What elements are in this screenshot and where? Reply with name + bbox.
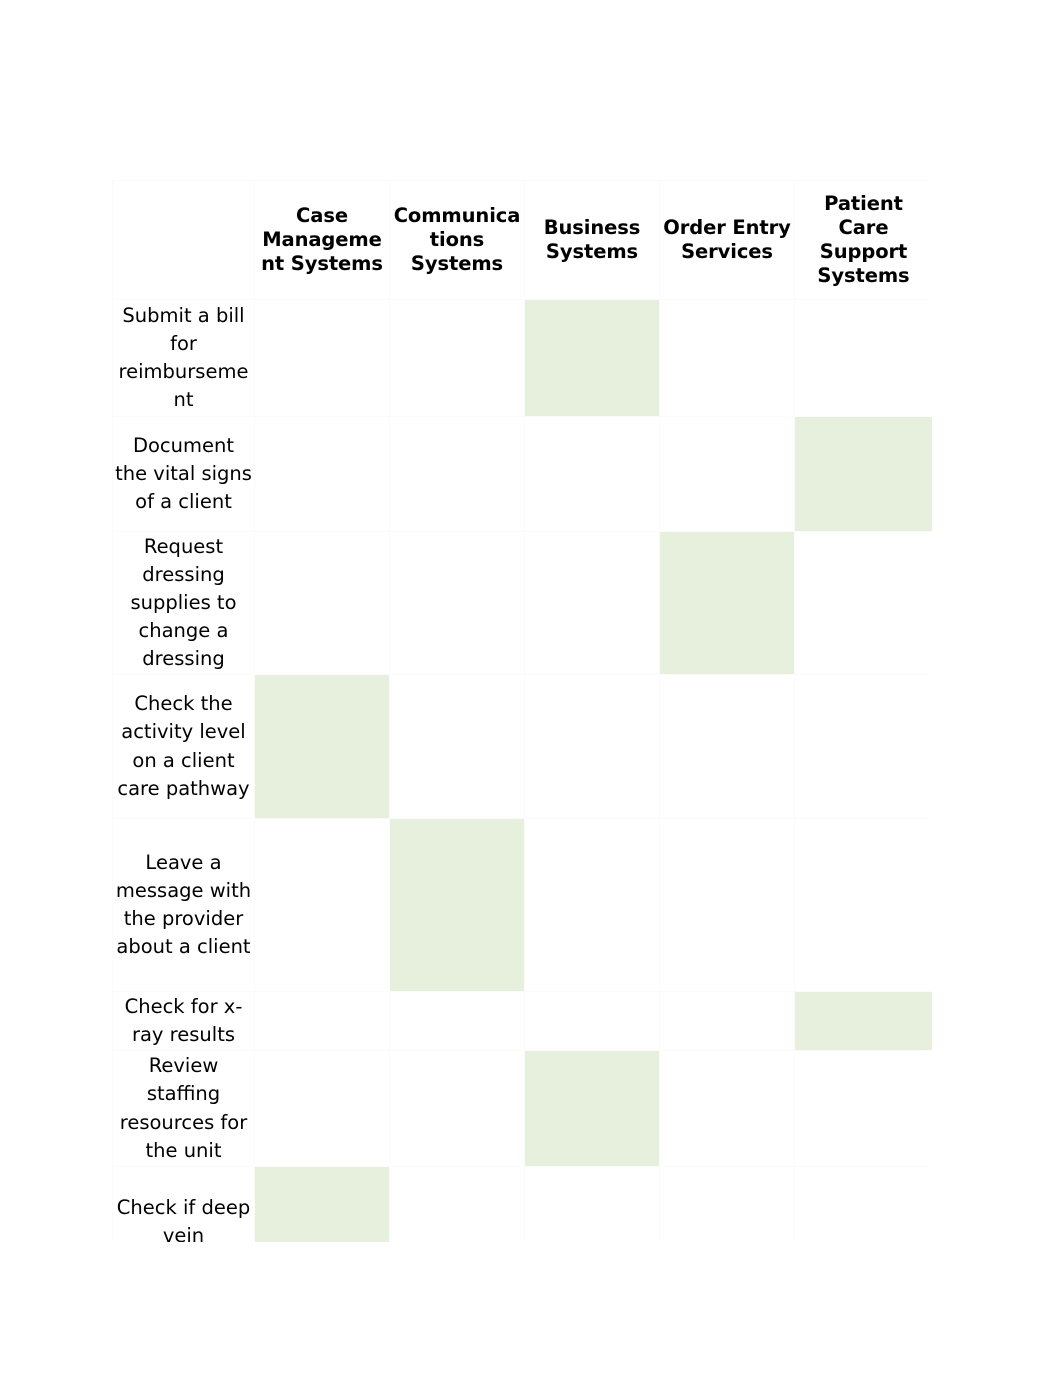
cell-r1-communications-systems[interactable]: [389, 416, 525, 532]
table-row: Review staffing resources for the unit: [112, 1050, 932, 1167]
cell-r3-communications-systems[interactable]: [389, 674, 525, 819]
row-label-check-if-deep-vein: Check if deep vein: [112, 1166, 255, 1242]
row-label-request-dressing-supplies-to-change-a-dressing: Request dressing supplies to change a dr…: [112, 531, 255, 675]
column-header-patient-care-support-systems: Patient Care Support Systems: [794, 180, 932, 300]
cell-r3-order-entry-services[interactable]: [659, 674, 795, 819]
table-row: Document the vital signs of a client: [112, 416, 932, 532]
cell-r0-order-entry-services[interactable]: [659, 299, 795, 417]
cell-r6-communications-systems[interactable]: [389, 1050, 525, 1167]
table-row: Check if deep vein: [112, 1166, 932, 1242]
column-header-order-entry-services: Order Entry Services: [659, 180, 795, 300]
cell-r0-patient-care-support-systems[interactable]: [794, 299, 932, 417]
cell-r7-communications-systems[interactable]: [389, 1166, 525, 1242]
cell-r0-case-management-systems[interactable]: [254, 299, 390, 417]
table-row: Request dressing supplies to change a dr…: [112, 531, 932, 675]
cell-r2-order-entry-services[interactable]: [659, 531, 795, 675]
cell-r7-patient-care-support-systems[interactable]: [794, 1166, 932, 1242]
row-label-submit-a-bill-for-reimbursement: Submit a bill for reimbursement: [112, 299, 255, 417]
row-label-document-the-vital-signs-of-a-client: Document the vital signs of a client: [112, 416, 255, 532]
cell-r2-patient-care-support-systems[interactable]: [794, 531, 932, 675]
table-row: Submit a bill for reimbursement: [112, 299, 932, 417]
cell-r1-patient-care-support-systems[interactable]: [794, 416, 932, 532]
cell-r5-business-systems[interactable]: [524, 991, 660, 1051]
cell-r2-communications-systems[interactable]: [389, 531, 525, 675]
table-row: Leave a message with the provider about …: [112, 818, 932, 992]
cell-r1-business-systems[interactable]: [524, 416, 660, 532]
table-corner-cell: [112, 180, 255, 300]
row-label-check-the-activity-level-on-a-client-care-pathway: Check the activity level on a client car…: [112, 674, 255, 819]
cell-r2-business-systems[interactable]: [524, 531, 660, 675]
cell-r7-business-systems[interactable]: [524, 1166, 660, 1242]
cell-r0-business-systems[interactable]: [524, 299, 660, 417]
cell-r3-patient-care-support-systems[interactable]: [794, 674, 932, 819]
cell-r2-case-management-systems[interactable]: [254, 531, 390, 675]
cell-r1-order-entry-services[interactable]: [659, 416, 795, 532]
cell-r6-patient-care-support-systems[interactable]: [794, 1050, 932, 1167]
page-canvas: Case Management Systems Communications S…: [0, 0, 1062, 1376]
cell-r1-case-management-systems[interactable]: [254, 416, 390, 532]
cell-r3-business-systems[interactable]: [524, 674, 660, 819]
cell-r6-order-entry-services[interactable]: [659, 1050, 795, 1167]
cell-r5-communications-systems[interactable]: [389, 991, 525, 1051]
table-row: Check the activity level on a client car…: [112, 674, 932, 819]
cell-r3-case-management-systems[interactable]: [254, 674, 390, 819]
row-label-leave-a-message-with-the-provider-about-a-client: Leave a message with the provider about …: [112, 818, 255, 992]
cell-r4-case-management-systems[interactable]: [254, 818, 390, 992]
cell-r6-business-systems[interactable]: [524, 1050, 660, 1167]
cell-r7-case-management-systems[interactable]: [254, 1166, 390, 1242]
column-header-case-management-systems: Case Management Systems: [254, 180, 390, 300]
column-header-communications-systems: Communications Systems: [389, 180, 525, 300]
matrix-table-container: Case Management Systems Communications S…: [112, 180, 932, 1242]
row-label-check-for-x-ray-results: Check for x-ray results: [112, 991, 255, 1051]
column-header-business-systems: Business Systems: [524, 180, 660, 300]
row-label-review-staffing-resources-for-the-unit: Review staffing resources for the unit: [112, 1050, 255, 1167]
table-body: Submit a bill for reimbursement Document…: [112, 299, 932, 1242]
cell-r5-order-entry-services[interactable]: [659, 991, 795, 1051]
cell-r4-communications-systems[interactable]: [389, 818, 525, 992]
cell-r0-communications-systems[interactable]: [389, 299, 525, 417]
cell-r4-business-systems[interactable]: [524, 818, 660, 992]
table-row: Check for x-ray results: [112, 991, 932, 1051]
cell-r5-patient-care-support-systems[interactable]: [794, 991, 932, 1051]
matrix-table: Case Management Systems Communications S…: [112, 180, 932, 1242]
table-header-row: Case Management Systems Communications S…: [112, 180, 932, 300]
cell-r5-case-management-systems[interactable]: [254, 991, 390, 1051]
cell-r4-order-entry-services[interactable]: [659, 818, 795, 992]
cell-r7-order-entry-services[interactable]: [659, 1166, 795, 1242]
cell-r4-patient-care-support-systems[interactable]: [794, 818, 932, 992]
cell-r6-case-management-systems[interactable]: [254, 1050, 390, 1167]
